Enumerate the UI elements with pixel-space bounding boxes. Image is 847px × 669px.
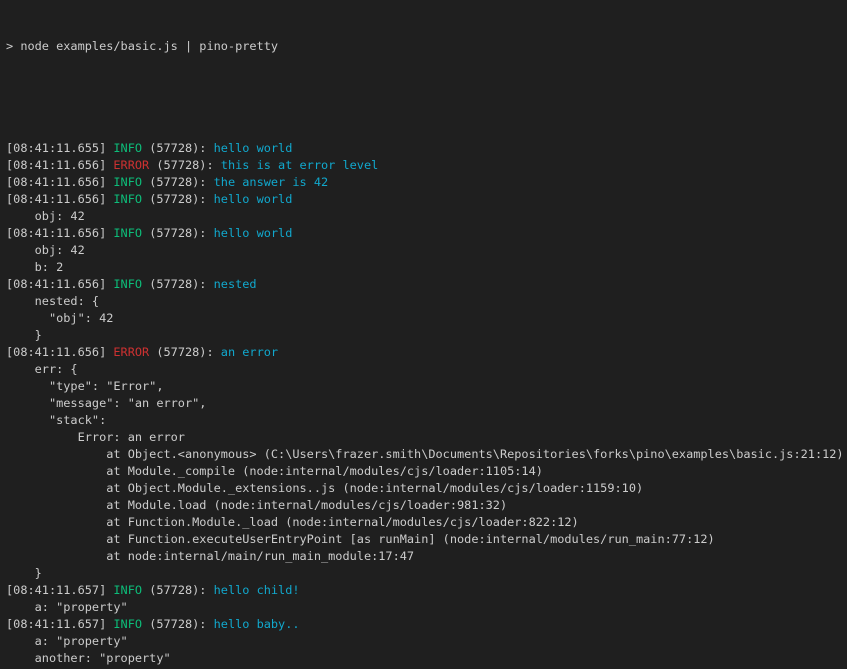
log-pid: (57728): (149, 158, 221, 172)
detail-text: obj: 42 (6, 209, 85, 223)
detail-line: } (6, 327, 847, 344)
log-message: nested (214, 277, 257, 291)
log-line: [08:41:11.656] INFO (57728): the answer … (6, 174, 847, 191)
log-timestamp: [08:41:11.656] (6, 192, 113, 206)
detail-line: nested: { (6, 293, 847, 310)
detail-text: at Object.Module._extensions..js (node:i… (6, 481, 643, 495)
command-text: > node examples/basic.js | pino-pretty (6, 39, 278, 53)
detail-line: } (6, 565, 847, 582)
log-line: [08:41:11.656] INFO (57728): hello world (6, 225, 847, 242)
log-timestamp: [08:41:11.656] (6, 345, 113, 359)
detail-text: at Module._compile (node:internal/module… (6, 464, 543, 478)
log-message: hello baby.. (214, 617, 300, 631)
log-timestamp: [08:41:11.657] (6, 583, 113, 597)
detail-line: "type": "Error", (6, 378, 847, 395)
log-pid: (57728): (142, 175, 214, 189)
detail-line: "obj": 42 (6, 310, 847, 327)
log-level: ERROR (113, 158, 149, 172)
log-level: INFO (113, 192, 142, 206)
log-pid: (57728): (142, 583, 214, 597)
log-timestamp: [08:41:11.655] (6, 141, 113, 155)
detail-line: at Module._compile (node:internal/module… (6, 463, 847, 480)
log-message: hello world (214, 192, 293, 206)
log-level: INFO (113, 617, 142, 631)
log-line: [08:41:11.656] INFO (57728): hello world (6, 191, 847, 208)
detail-line: a: "property" (6, 633, 847, 650)
detail-text: another: "property" (6, 651, 171, 665)
log-pid: (57728): (142, 277, 214, 291)
log-line: [08:41:11.656] ERROR (57728): an error (6, 344, 847, 361)
detail-line: at Object.<anonymous> (C:\Users\frazer.s… (6, 446, 847, 463)
detail-line: err: { (6, 361, 847, 378)
detail-text: Error: an error (6, 430, 185, 444)
detail-text: a: "property" (6, 634, 128, 648)
log-line: [08:41:11.657] INFO (57728): hello baby.… (6, 616, 847, 633)
detail-line: at Function.Module._load (node:internal/… (6, 514, 847, 531)
log-pid: (57728): (142, 617, 214, 631)
log-level: ERROR (113, 345, 149, 359)
detail-text: "type": "Error", (6, 379, 164, 393)
log-line: [08:41:11.656] ERROR (57728): this is at… (6, 157, 847, 174)
detail-line: at Module.load (node:internal/modules/cj… (6, 497, 847, 514)
detail-text: "message": "an error", (6, 396, 206, 410)
detail-text: } (6, 328, 42, 342)
detail-text: at Module.load (node:internal/modules/cj… (6, 498, 507, 512)
terminal-viewport[interactable]: > node examples/basic.js | pino-pretty [… (0, 0, 847, 669)
blank-line (6, 89, 847, 106)
log-timestamp: [08:41:11.656] (6, 175, 113, 189)
detail-line: at Function.executeUserEntryPoint [as ru… (6, 531, 847, 548)
log-level: INFO (113, 583, 142, 597)
detail-text: } (6, 566, 42, 580)
command-line: > node examples/basic.js | pino-pretty (6, 38, 847, 55)
log-timestamp: [08:41:11.656] (6, 277, 113, 291)
log-pid: (57728): (142, 141, 214, 155)
detail-text: b: 2 (6, 260, 63, 274)
detail-text: "stack": (6, 413, 106, 427)
detail-line: at Object.Module._extensions..js (node:i… (6, 480, 847, 497)
log-message: an error (221, 345, 278, 359)
detail-text: at Function.Module._load (node:internal/… (6, 515, 579, 529)
detail-line: a: "property" (6, 599, 847, 616)
log-level: INFO (113, 277, 142, 291)
detail-line: "stack": (6, 412, 847, 429)
log-pid: (57728): (149, 345, 221, 359)
log-message: hello world (214, 141, 293, 155)
log-message: this is at error level (221, 158, 379, 172)
detail-line: another: "property" (6, 650, 847, 667)
log-level: INFO (113, 175, 142, 189)
detail-line: Error: an error (6, 429, 847, 446)
log-pid: (57728): (142, 192, 214, 206)
detail-text: at Object.<anonymous> (C:\Users\frazer.s… (6, 447, 844, 461)
detail-line: obj: 42 (6, 208, 847, 225)
detail-line: b: 2 (6, 259, 847, 276)
log-message: hello child! (214, 583, 300, 597)
detail-text: obj: 42 (6, 243, 85, 257)
log-line: [08:41:11.655] INFO (57728): hello world (6, 140, 847, 157)
detail-text: nested: { (6, 294, 99, 308)
log-level: INFO (113, 141, 142, 155)
detail-text: "obj": 42 (6, 311, 113, 325)
detail-line: obj: 42 (6, 242, 847, 259)
log-message: the answer is 42 (214, 175, 329, 189)
detail-text: at node:internal/main/run_main_module:17… (6, 549, 414, 563)
terminal-lines: [08:41:11.655] INFO (57728): hello world… (6, 140, 847, 669)
log-pid: (57728): (142, 226, 214, 240)
detail-line: "message": "an error", (6, 395, 847, 412)
log-timestamp: [08:41:11.657] (6, 617, 113, 631)
log-line: [08:41:11.656] INFO (57728): nested (6, 276, 847, 293)
log-timestamp: [08:41:11.656] (6, 158, 113, 172)
detail-line: at node:internal/main/run_main_module:17… (6, 548, 847, 565)
log-message: hello world (214, 226, 293, 240)
detail-text: at Function.executeUserEntryPoint [as ru… (6, 532, 715, 546)
log-timestamp: [08:41:11.656] (6, 226, 113, 240)
log-line: [08:41:11.657] INFO (57728): hello child… (6, 582, 847, 599)
log-level: INFO (113, 226, 142, 240)
detail-text: a: "property" (6, 600, 128, 614)
detail-text: err: { (6, 362, 78, 376)
